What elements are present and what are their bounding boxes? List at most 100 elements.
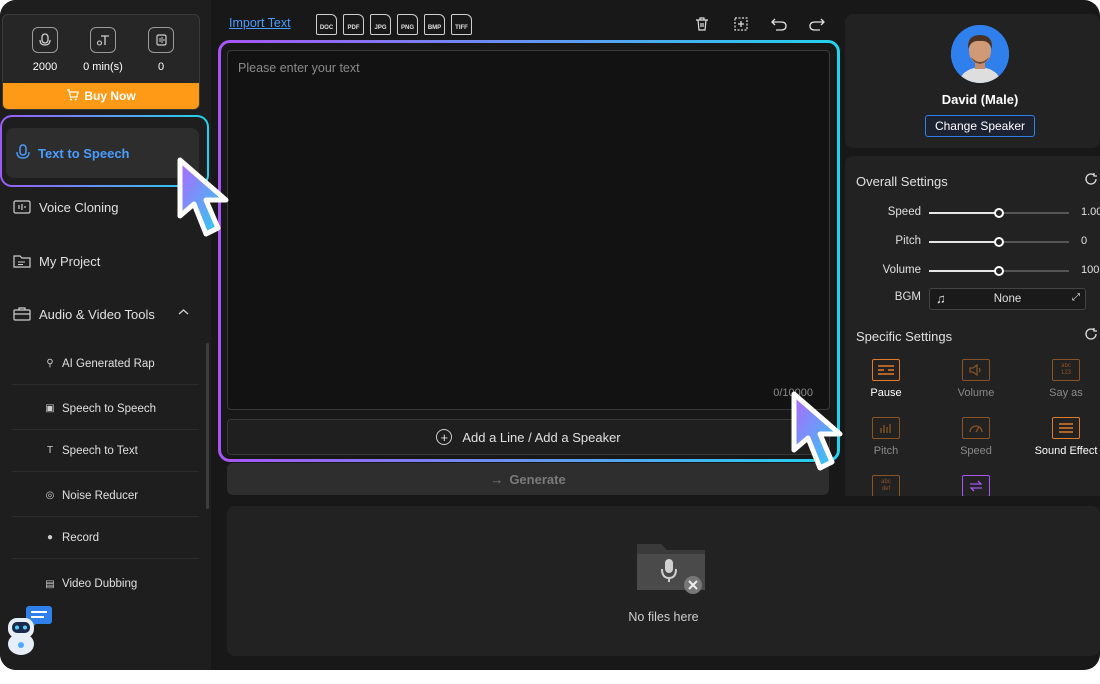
say-as-setting[interactable]: abc 123 Say as <box>1031 359 1100 399</box>
generate-label: Generate <box>509 471 566 487</box>
bmp-file-icon[interactable]: BMP <box>424 14 445 35</box>
cart-icon <box>66 88 80 104</box>
voice-clone-icon <box>148 27 174 53</box>
sub-item-ai-generated-rap[interactable]: ⚲ AI Generated Rap <box>12 343 199 385</box>
file-type-label: PNG <box>400 25 414 31</box>
file-type-label: PDF <box>347 25 360 31</box>
pause-icon <box>872 359 900 381</box>
stat-characters: 2000 <box>25 27 65 73</box>
redo-icon[interactable] <box>805 12 829 36</box>
bgm-select[interactable]: ♫ None ⤢ <box>929 288 1086 310</box>
expand-icon: ⤢ <box>1072 292 1080 303</box>
stat-characters-value: 2000 <box>32 61 58 73</box>
sub-item-label: AI Generated Rap <box>62 357 155 370</box>
stat-minutes-value: 0 min(s) <box>83 61 123 73</box>
sub-item-label: Speech to Text <box>62 444 138 457</box>
folder-icon <box>12 252 32 270</box>
app-window: 2000 0 min(s) 0 Buy Now Text to Speech V… <box>0 0 1100 670</box>
volume-slider-row: Volume 100 <box>845 261 1100 281</box>
pitch-slider-thumb[interactable] <box>994 237 1004 247</box>
nav-audio-video-tools[interactable]: Audio & Video Tools <box>0 299 211 329</box>
stat-minutes: 0 min(s) <box>83 27 123 73</box>
say-as-icon: abc 123 <box>1052 359 1080 381</box>
text-to-speech-icon <box>14 143 32 164</box>
video-dubbing-icon: ▤ <box>45 579 55 590</box>
change-speaker-button[interactable]: Change Speaker <box>925 115 1035 137</box>
volume-slider-thumb[interactable] <box>994 266 1004 276</box>
pdf-file-icon[interactable]: PDF <box>343 14 364 35</box>
tiff-file-icon[interactable]: TIFF <box>451 14 472 35</box>
sub-item-speech-to-text[interactable]: T Speech to Text <box>12 430 199 472</box>
sub-item-video-dubbing[interactable]: ▤ Video Dubbing <box>12 562 199 590</box>
speech-to-text-icon: T <box>46 445 54 456</box>
file-type-label: BMP <box>427 25 442 31</box>
pitch-setting-label: Pitch <box>873 445 899 457</box>
speaker-card: David (Male) Change Speaker <box>845 14 1100 148</box>
import-text-link[interactable]: Import Text <box>229 16 291 30</box>
volume-setting[interactable]: Volume <box>941 359 1011 399</box>
swap-setting[interactable] <box>941 475 1011 496</box>
volume-label: Volume <box>882 264 921 276</box>
text-input[interactable] <box>238 61 818 381</box>
speed-slider-fill <box>929 212 999 214</box>
arrow-right-icon: → <box>490 471 504 487</box>
insert-block-icon[interactable] <box>729 12 753 36</box>
speed-slider[interactable] <box>929 208 1069 218</box>
speed-label: Speed <box>887 206 921 218</box>
assistant-bot-icon[interactable] <box>4 604 56 658</box>
sub-item-label: Speech to Speech <box>62 402 156 415</box>
sound-effect-setting[interactable]: Sound Effect <box>1031 417 1100 457</box>
pitch-setting[interactable]: Pitch <box>851 417 921 457</box>
undo-icon[interactable] <box>767 12 791 36</box>
voice-cloning-icon <box>12 198 32 216</box>
speech-to-speech-icon: ▣ <box>45 403 55 414</box>
speaker-avatar <box>951 25 1009 83</box>
sound-effect-icon <box>1052 417 1080 439</box>
sidebar: 2000 0 min(s) 0 Buy Now Text to Speech V… <box>0 0 211 670</box>
jpg-file-icon[interactable]: JPG <box>370 14 391 35</box>
sidebar-scrollbar[interactable] <box>206 343 209 509</box>
speed-setting-label: Speed <box>960 445 992 457</box>
chevron-up-icon[interactable] <box>178 307 189 319</box>
generate-button[interactable]: → Generate <box>227 463 829 495</box>
pause-setting[interactable]: Pause <box>851 359 921 399</box>
pitch-slider-fill <box>929 241 999 243</box>
nav-voice-cloning-label: Voice Cloning <box>39 199 119 215</box>
sub-item-speech-to-speech[interactable]: ▣ Speech to Speech <box>12 388 199 430</box>
file-type-label: DOC <box>319 25 334 31</box>
sound-effect-label: Sound Effect <box>1034 445 1098 457</box>
pointer-cursor-icon <box>172 156 244 240</box>
nav-audio-video-tools-label: Audio & Video Tools <box>39 306 155 322</box>
text-editor: 0/10000 <box>227 50 830 410</box>
reset-overall-icon[interactable] <box>1084 172 1098 189</box>
buy-now-button[interactable]: Buy Now <box>3 83 199 109</box>
abc-def-setting[interactable]: abc def <box>851 475 921 496</box>
volume-slider[interactable] <box>929 266 1069 276</box>
sub-item-noise-reducer[interactable]: ◎ Noise Reducer <box>12 475 199 517</box>
reset-specific-icon[interactable] <box>1084 327 1098 344</box>
record-mic-icon: ● <box>46 532 54 543</box>
doc-file-icon[interactable]: DOC <box>316 14 337 35</box>
speaker-name: David (Male) <box>941 92 1019 107</box>
add-line-button[interactable]: + Add a Line / Add a Speaker <box>227 419 830 455</box>
pitch-slider[interactable] <box>929 237 1069 247</box>
pause-label: Pause <box>870 387 902 399</box>
account-stats-card: 2000 0 min(s) 0 Buy Now <box>2 14 200 110</box>
pitch-value: 0 <box>1081 235 1088 247</box>
bgm-value: None <box>993 293 1022 305</box>
nav-text-to-speech[interactable]: Text to Speech <box>6 128 199 178</box>
stat-voice-clones-value: 0 <box>157 61 165 73</box>
abc-def-icon: abc def <box>872 475 900 496</box>
speed-setting[interactable]: Speed <box>941 417 1011 457</box>
no-files-label: No files here <box>628 610 699 624</box>
volume-slider-fill <box>929 270 999 272</box>
png-file-icon[interactable]: PNG <box>397 14 418 35</box>
say-as-label: Say as <box>1049 387 1083 399</box>
nav-my-project[interactable]: My Project <box>0 246 211 276</box>
file-type-label: TIFF <box>455 25 468 31</box>
plus-circle-icon: + <box>436 429 453 445</box>
speed-slider-thumb[interactable] <box>994 208 1004 218</box>
trash-icon[interactable] <box>690 12 714 36</box>
sub-item-record[interactable]: ● Record <box>12 517 199 559</box>
file-type-label: JPG <box>374 25 387 31</box>
